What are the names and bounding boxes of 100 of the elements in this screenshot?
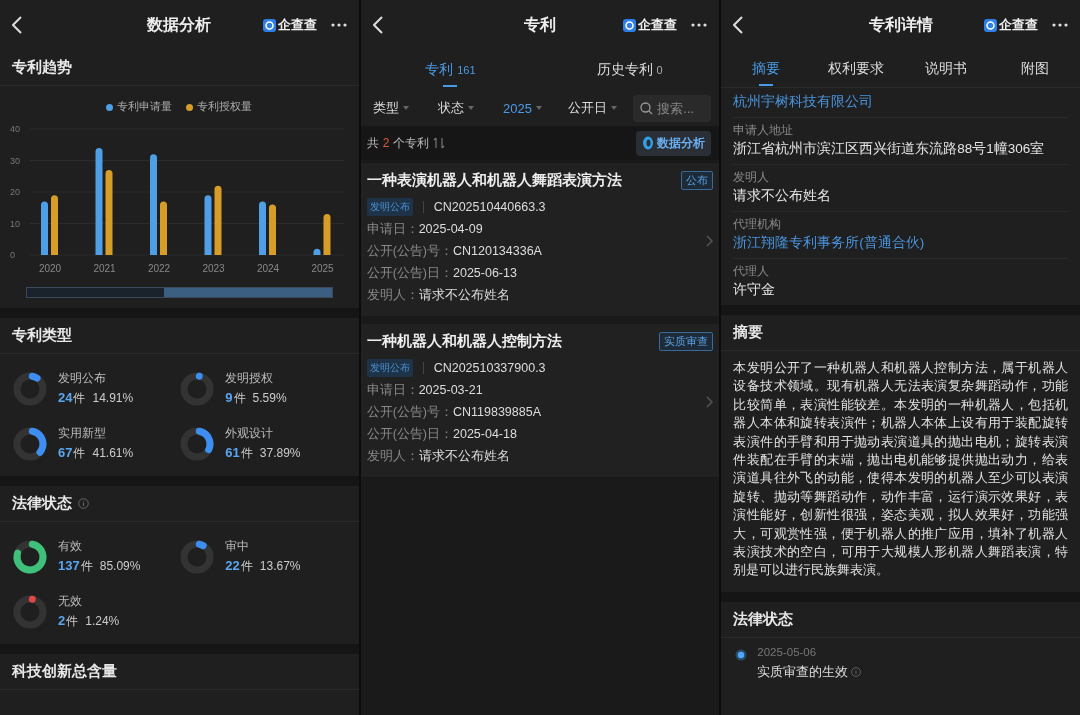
logo-icon	[262, 18, 276, 32]
section-title: 摘要	[721, 315, 1080, 351]
x-tick-label: 2023	[202, 263, 225, 274]
stat-count: 2	[58, 613, 66, 628]
tab[interactable]: 附图	[990, 50, 1080, 87]
tab[interactable]: 历史专利 0	[540, 50, 720, 90]
bar	[323, 214, 331, 255]
field-label: 公开(公告)号：	[366, 403, 453, 421]
field-value: CN120134336A	[453, 244, 542, 258]
field-label: 申请日：	[366, 220, 419, 238]
data-analysis-button[interactable]: 数据分析	[636, 130, 712, 156]
info-icon[interactable]	[78, 498, 89, 509]
back-icon[interactable]	[372, 16, 383, 34]
field-value: 浙江省杭州市滨江区西兴街道东流路88号1幢306室	[733, 140, 1046, 158]
stat-unit: 件	[66, 613, 79, 630]
y-tick-label: 30	[10, 155, 20, 166]
brand-name: 企查查	[999, 16, 1038, 34]
patent-title: 一种表演机器人和机器人舞蹈表演方法	[366, 171, 622, 190]
stat-label: 无效	[58, 593, 83, 610]
patent-card[interactable]: 一种表演机器人和机器人舞蹈表演方法 公布 发明公布 CN202510440663.3 申请日：2025-04-09 公开(公告)号：CN120134336A 公开(公告)日：2025-06-13 发明人：请求不公布姓名	[360, 163, 720, 316]
patent-card[interactable]: 一种机器人和机器人控制方法 实质审查 发明公布 CN202510337900.3 申请日：2025-03-21 公开(公告)号：CN119839885A 公开(公告)日：2025-04-18 发明人：请求不公布姓名	[360, 324, 720, 477]
legend-label: 专利申请量	[117, 100, 173, 114]
status-tag: 实质审查	[659, 332, 714, 351]
caret-icon	[402, 106, 409, 110]
stat-count: 137	[58, 558, 80, 573]
field-link[interactable]: 杭州宇树科技有限公司	[733, 93, 1068, 111]
filter-dropdown[interactable]: 类型	[372, 99, 399, 117]
screen-title: 专利	[524, 15, 556, 33]
stat-percent: 13.67%	[259, 559, 301, 573]
field-value: 2025-04-18	[453, 427, 517, 441]
tab[interactable]: 权利要求	[811, 50, 901, 87]
field-label: 代理人	[733, 264, 771, 279]
legend-label: 专利授权量	[197, 100, 253, 114]
stat-unit: 件	[240, 445, 253, 462]
scroll-bar[interactable]	[26, 287, 333, 298]
section-title: 法律状态	[12, 494, 72, 513]
stat-count: 22	[225, 558, 240, 573]
back-icon[interactable]	[12, 16, 22, 34]
field-value: 许守金	[733, 281, 777, 299]
x-tick-label: 2025	[311, 263, 334, 274]
filter-dropdown[interactable]: 公开日	[568, 99, 608, 117]
back-icon[interactable]	[733, 16, 744, 34]
bar	[160, 201, 167, 255]
field-label: 发明人：	[366, 447, 419, 465]
stat-unit: 件	[240, 558, 253, 575]
field-value: 请求不公布姓名	[418, 447, 510, 465]
stat-label: 实用新型	[58, 425, 107, 442]
stat-count: 9	[225, 390, 233, 405]
stat-count: 67	[58, 445, 73, 460]
field-link[interactable]: 浙江翔隆专利事务所(普通合伙)	[733, 234, 1068, 252]
info-icon[interactable]	[851, 667, 862, 678]
patent-count: 2	[382, 136, 390, 150]
x-tick-label: 2022	[147, 263, 171, 274]
tab[interactable]: 摘要	[721, 50, 811, 87]
bar	[204, 195, 212, 255]
field-label: 申请人地址	[733, 123, 795, 138]
field-value: 2025-04-09	[418, 222, 483, 236]
bar	[214, 185, 222, 255]
field-value: 请求不公布姓名	[418, 286, 510, 304]
field-label: 申请日：	[366, 381, 419, 399]
stat-count: 24	[58, 390, 73, 405]
caret-icon	[611, 106, 618, 110]
tab[interactable]: 说明书	[900, 50, 991, 87]
patent-title: 一种机器人和机器人控制方法	[366, 332, 562, 351]
more-icon[interactable]	[1052, 23, 1068, 27]
field-label: 发明人：	[366, 286, 419, 304]
brand-name: 企查查	[277, 16, 317, 34]
stat-label: 发明授权	[225, 370, 275, 387]
screen-title: 数据分析	[147, 15, 212, 33]
sort-icon[interactable]	[433, 137, 446, 149]
search-icon	[640, 101, 654, 115]
chevron-right-icon	[706, 235, 714, 247]
filter-dropdown[interactable]: 2025	[503, 100, 532, 116]
brand-name: 企查查	[638, 16, 678, 34]
field-label: 公开(公告)日：	[366, 425, 453, 443]
tab[interactable]: 专利 161	[360, 50, 540, 90]
type-tag: 发明公布	[366, 359, 413, 377]
more-icon[interactable]	[691, 23, 708, 27]
stat-percent: 14.91%	[92, 391, 134, 405]
caret-icon	[535, 106, 542, 110]
stat-percent: 37.89%	[259, 446, 301, 460]
count-label: 共	[366, 134, 379, 152]
type-tag: 发明公布	[366, 198, 413, 216]
more-icon[interactable]	[330, 23, 347, 27]
section-title: 科技创新总含量	[0, 654, 359, 690]
x-tick-label: 2020	[38, 263, 62, 274]
event-text: 实质审查的生效	[757, 663, 849, 681]
section-title: 专利类型	[0, 318, 359, 354]
count-label: 个专利	[393, 134, 430, 152]
stat-percent: 5.59%	[252, 391, 287, 405]
field-value: CN119839885A	[453, 405, 541, 419]
search-field[interactable]: 搜索...	[633, 94, 712, 122]
filter-dropdown[interactable]: 状态	[437, 99, 464, 117]
bar	[259, 201, 266, 255]
bar	[41, 201, 48, 255]
bar	[51, 195, 58, 255]
status-tag: 公布	[681, 171, 714, 190]
logo-icon	[642, 136, 655, 150]
stat-unit: 件	[233, 390, 246, 407]
stat-percent: 85.09%	[99, 559, 141, 573]
